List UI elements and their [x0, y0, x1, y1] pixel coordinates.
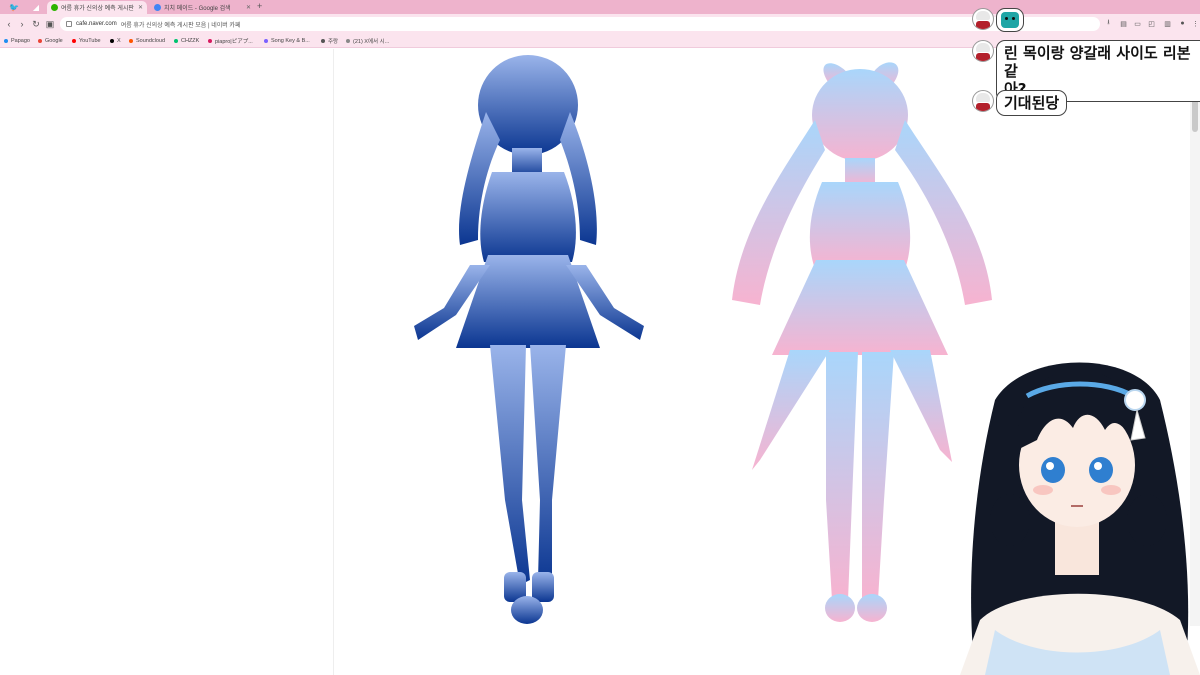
- vtuber-avatar: [960, 362, 1200, 675]
- teal-face-emote-icon: [1001, 12, 1019, 28]
- chat-message: [972, 8, 1024, 32]
- chat-bubble: [996, 8, 1024, 32]
- blue-silhouette: [414, 55, 644, 624]
- chat-user-avatar-icon: [972, 8, 994, 30]
- chat-bubble: 기대된당: [996, 90, 1068, 116]
- chat-user-avatar-icon: [972, 90, 994, 112]
- pastel-silhouette: [732, 62, 992, 622]
- screen: 🐦 ◢ 여름 휴가 신의상 예측 게시판 ✕ 치치 메이드 - Google 검…: [0, 0, 1200, 675]
- chat-user-avatar-icon: [972, 40, 994, 62]
- chat-message: 기대된당: [972, 90, 1068, 116]
- chat-text: 린 목이랑 양갈래 사이도 리본같: [1004, 44, 1191, 80]
